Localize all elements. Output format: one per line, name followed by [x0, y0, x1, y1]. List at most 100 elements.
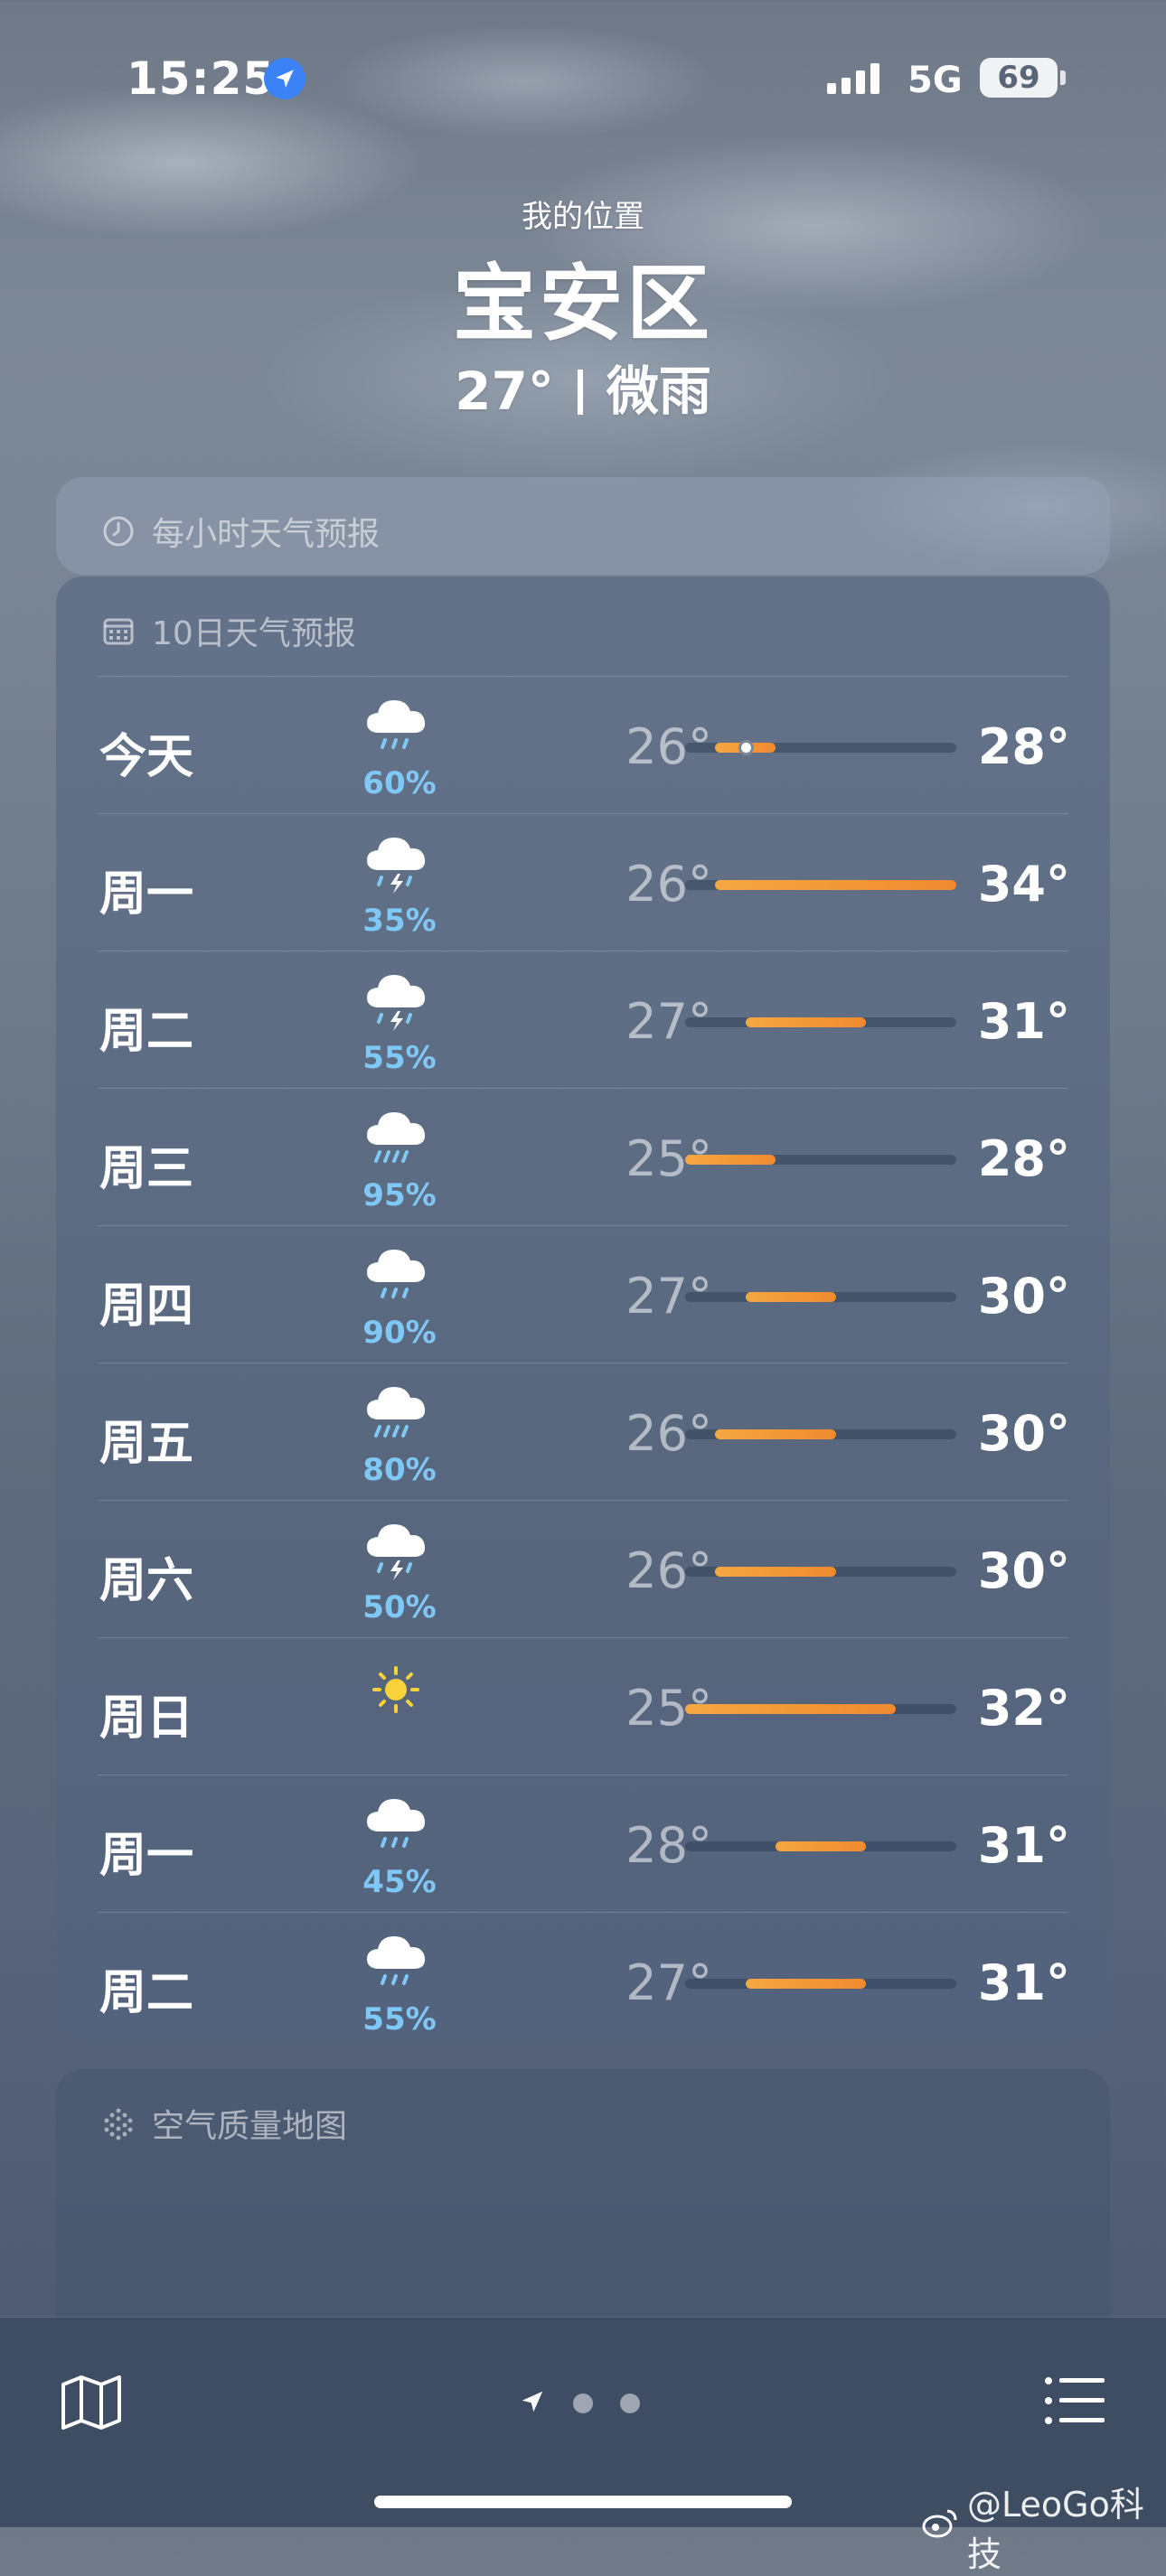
forecast-day: 周二 — [99, 1005, 194, 1059]
temp-range-track — [685, 1704, 956, 1714]
forecast-day: 周二 — [99, 1966, 194, 2020]
forecast-row[interactable]: 周一 35% 26° 34° — [98, 813, 1070, 951]
sun-icon — [354, 1656, 445, 1723]
thunderstorm-cloud-icon — [354, 832, 445, 899]
forecast-row[interactable]: 周日 25° 32° — [98, 1637, 1070, 1775]
precip-chance: 80% — [362, 1452, 437, 1488]
my-location-label: 我的位置 — [522, 199, 644, 235]
thunderstorm-cloud-icon — [354, 970, 445, 1036]
temp-range-track — [685, 1567, 956, 1577]
temp-range-track — [685, 1979, 956, 1989]
page-dot — [573, 2393, 593, 2413]
battery-icon: 69 — [980, 58, 1058, 98]
forecast-day: 周一 — [99, 1829, 194, 1883]
forecast-row[interactable]: 周四 90% 27° 30° — [98, 1225, 1070, 1363]
list-icon[interactable] — [1043, 2374, 1106, 2428]
heavy-rain-cloud-icon — [354, 1382, 445, 1448]
temp-range-track — [685, 1429, 956, 1439]
high-temp: 31° — [977, 1817, 1070, 1874]
city-name: 宝安区 — [452, 256, 713, 352]
temp-range-track — [685, 740, 956, 755]
high-temp: 32° — [977, 1680, 1070, 1737]
high-temp: 28° — [977, 718, 1070, 775]
forecast-row[interactable]: 周五 80% 26° 30° — [98, 1363, 1070, 1500]
temp-range-bar — [715, 1567, 836, 1577]
rain-cloud-icon — [354, 1244, 445, 1311]
status-bar: 15:25 5G 69 — [0, 52, 1166, 107]
temp-range-bar — [745, 1979, 866, 1989]
forecast-row[interactable]: 今天 60% 26° 28° — [98, 676, 1070, 813]
location-services-icon — [264, 58, 306, 99]
forecast-row[interactable]: 周六 50% 26° 30° — [98, 1500, 1070, 1637]
battery-tip — [1060, 70, 1066, 85]
current-temperature: 27° — [455, 361, 554, 422]
watermark: @LeoGo科技 — [922, 2477, 1166, 2576]
thunderstorm-cloud-icon — [354, 1519, 445, 1586]
precip-chance: 55% — [362, 2001, 437, 2037]
forecast-day: 周一 — [99, 867, 194, 922]
hourly-forecast-header: 每小时天气预报 — [101, 508, 380, 555]
temp-range-track — [685, 1292, 956, 1302]
high-temp: 34° — [977, 856, 1070, 913]
map-icon[interactable] — [60, 2374, 123, 2431]
temp-range-bar — [685, 1155, 776, 1165]
air-quality-dots-icon — [101, 2106, 136, 2140]
precip-chance: 50% — [362, 1589, 437, 1625]
watermark-text: @LeoGo科技 — [967, 2485, 1144, 2574]
hourly-forecast-card[interactable]: 每小时天气预报 — [56, 477, 1110, 575]
current-condition: 微雨 — [606, 361, 711, 422]
forecast-day: 周四 — [99, 1279, 194, 1334]
forecast-row[interactable]: 周二 55% 27° 31° — [98, 951, 1070, 1088]
page-indicator[interactable] — [519, 2388, 640, 2419]
high-temp: 30° — [977, 1405, 1070, 1462]
home-indicator[interactable] — [374, 2496, 792, 2508]
temp-range-bar — [745, 1017, 866, 1027]
air-quality-header: 空气质量地图 — [101, 2100, 347, 2147]
current-conditions: 27° 微雨 — [0, 349, 1166, 425]
rain-cloud-icon — [354, 695, 445, 762]
cellular-signal-icon — [827, 61, 879, 94]
forecast-row[interactable]: 周二 55% 27° 31° — [98, 1912, 1070, 2049]
high-temp: 31° — [977, 993, 1070, 1050]
status-time: 15:25 — [127, 52, 276, 105]
page-dot — [620, 2393, 640, 2413]
calendar-icon — [101, 614, 136, 648]
forecast-day: 周日 — [99, 1691, 194, 1746]
clock-icon — [101, 514, 136, 548]
precip-chance: 35% — [362, 903, 437, 939]
bottom-toolbar: @LeoGo科技 — [0, 2317, 1166, 2574]
temp-range-track — [685, 1017, 956, 1027]
temp-range-bar — [715, 1429, 836, 1439]
precip-chance: 55% — [362, 1040, 437, 1076]
network-type: 5G — [907, 60, 963, 101]
temp-range-track — [685, 1155, 956, 1165]
forecast-list: 今天 60% 26° 28° 周一 35% 26° 34° 周二 55% 27°… — [98, 676, 1070, 2049]
forecast-day: 周六 — [99, 1554, 194, 1608]
weibo-logo-icon — [922, 2506, 958, 2546]
forecast-day: 周五 — [99, 1417, 194, 1471]
precip-chance: 90% — [362, 1315, 437, 1351]
temp-range-bar — [745, 1292, 836, 1302]
forecast-day: 今天 — [99, 730, 194, 784]
rain-cloud-icon — [354, 1794, 445, 1860]
temp-range-bar — [715, 740, 776, 755]
precip-chance: 45% — [362, 1864, 437, 1900]
high-temp: 28° — [977, 1130, 1070, 1187]
precip-chance: 60% — [362, 765, 437, 801]
temp-range-track — [685, 1841, 956, 1851]
high-temp: 30° — [977, 1268, 1070, 1325]
temp-range-bar — [715, 880, 956, 890]
air-quality-title: 空气质量地图 — [152, 2108, 348, 2145]
heavy-rain-cloud-icon — [354, 1107, 445, 1174]
separator — [577, 370, 583, 415]
precip-chance: 95% — [362, 1177, 437, 1213]
forecast-row[interactable]: 周一 45% 28° 31° — [98, 1775, 1070, 1912]
location-arrow-icon — [519, 2388, 546, 2419]
forecast-row[interactable]: 周三 95% 25° 28° — [98, 1088, 1070, 1225]
ten-day-forecast-title: 10日天气预报 — [152, 615, 356, 652]
temp-range-bar — [776, 1841, 866, 1851]
high-temp: 30° — [977, 1542, 1070, 1599]
forecast-day: 周三 — [99, 1142, 194, 1196]
current-temp-dot — [738, 740, 754, 755]
ten-day-forecast-card[interactable]: 10日天气预报 今天 60% 26° 28° 周一 35% 26° 34° 周二… — [56, 576, 1110, 2040]
